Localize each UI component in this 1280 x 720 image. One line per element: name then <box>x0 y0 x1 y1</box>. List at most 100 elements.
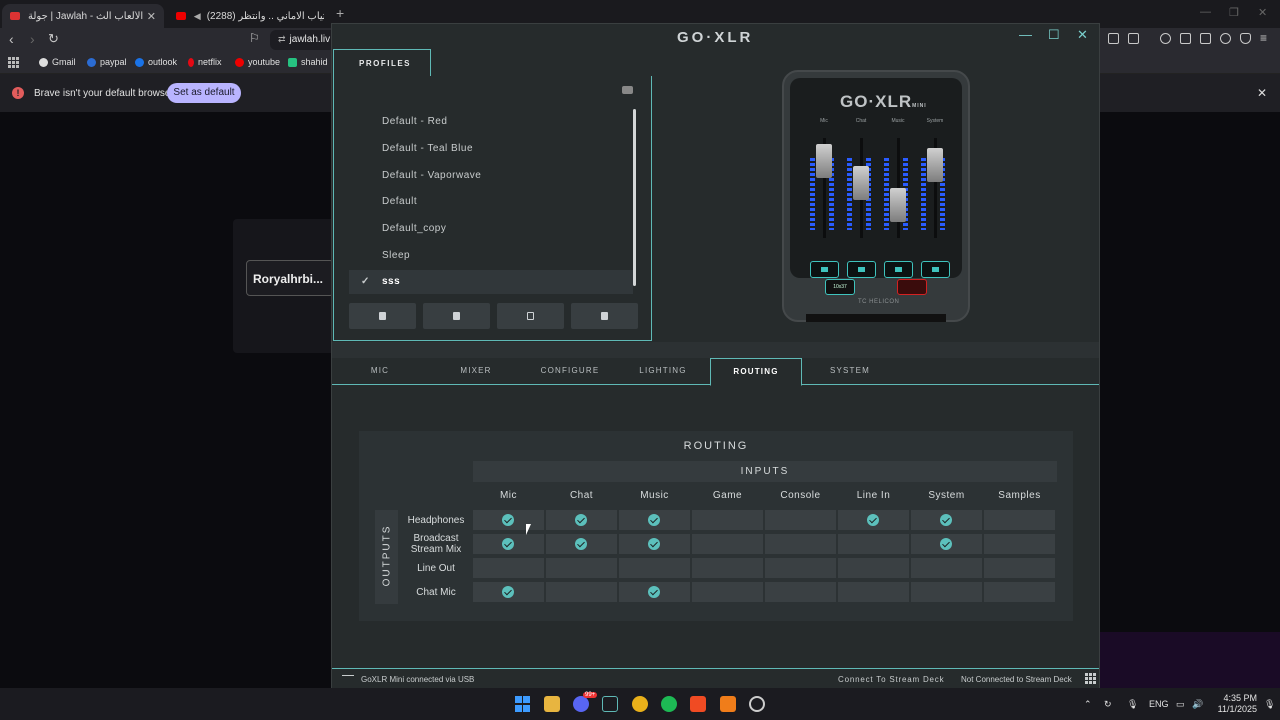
routing-cell[interactable] <box>692 510 763 530</box>
routing-cell[interactable] <box>984 558 1055 578</box>
bookmark-icon[interactable]: ⚐ <box>249 31 260 45</box>
profile-item-selected[interactable]: ✓ sss <box>349 270 633 294</box>
browser-tab-jawlah[interactable]: جولة | Jawlah - منصة الألعاب الث ✕ <box>2 4 164 28</box>
extensions-icon[interactable] <box>1108 33 1119 44</box>
routing-cell[interactable] <box>984 510 1055 530</box>
network-icon[interactable]: ▭ <box>1176 699 1185 710</box>
routing-cell[interactable] <box>619 558 690 578</box>
routing-cell[interactable] <box>838 582 909 602</box>
routing-cell[interactable] <box>619 582 690 602</box>
profile-item[interactable]: Default - Teal Blue <box>349 137 633 161</box>
apps-grid-icon[interactable] <box>8 57 19 68</box>
language-indicator[interactable]: ENG <box>1149 699 1169 709</box>
clock[interactable]: 4:35 PM 11/1/2025 <box>1209 693 1257 715</box>
routing-cell[interactable] <box>838 558 909 578</box>
routing-cell[interactable] <box>911 510 982 530</box>
routing-cell[interactable] <box>911 558 982 578</box>
maximize-icon[interactable]: ☐ <box>1048 27 1060 43</box>
music-fader-knob[interactable] <box>890 188 906 222</box>
system-fader-knob[interactable] <box>927 148 943 182</box>
forward-icon[interactable]: › <box>30 31 35 47</box>
tab-mixer[interactable]: MIXER <box>430 366 522 375</box>
folder-icon[interactable] <box>622 86 633 94</box>
profiles-scrollbar[interactable] <box>633 109 636 286</box>
bookmark-gmail[interactable]: Gmail <box>39 57 76 67</box>
set-as-default-button[interactable]: Set as default <box>167 83 241 103</box>
profile-item[interactable]: Sleep <box>349 244 633 268</box>
copy-profile-button[interactable] <box>497 303 564 329</box>
profile-item[interactable]: Default - Vaporwave <box>349 164 633 188</box>
new-tab-icon[interactable]: + <box>336 5 344 21</box>
routing-cell[interactable] <box>911 582 982 602</box>
routing-cell[interactable] <box>765 534 836 554</box>
spotify-icon[interactable] <box>661 696 677 712</box>
save-profile-button[interactable] <box>349 303 416 329</box>
bookmark-youtube[interactable]: youtube <box>235 57 280 67</box>
profile-item[interactable]: Default_copy <box>349 217 633 241</box>
routing-cell[interactable] <box>546 510 617 530</box>
close-tab-icon[interactable]: ✕ <box>147 10 156 23</box>
tab-system[interactable]: SYSTEM <box>804 366 896 375</box>
chrome-icon[interactable] <box>632 696 648 712</box>
file-explorer-icon[interactable] <box>544 696 560 712</box>
delete-profile-button[interactable] <box>571 303 638 329</box>
routing-cell[interactable] <box>546 582 617 602</box>
close-infobar-icon[interactable]: ✕ <box>1257 86 1267 100</box>
mute-button[interactable] <box>921 261 950 278</box>
routing-cell[interactable] <box>984 534 1055 554</box>
brave-icon[interactable] <box>690 696 706 712</box>
reload-icon[interactable]: ↻ <box>48 31 59 47</box>
minimize-icon[interactable]: — <box>1019 27 1032 42</box>
bookmark-outlook[interactable]: outlook <box>135 57 177 67</box>
tray-sync-icon[interactable]: ↻ <box>1104 699 1112 710</box>
sidebar-icon[interactable] <box>1180 33 1191 44</box>
username-card[interactable]: Roryalhrbi... <box>246 260 334 296</box>
minimize-icon[interactable]: — <box>1200 6 1211 18</box>
restore-icon[interactable]: ❐ <box>1229 6 1239 19</box>
menu-icon[interactable]: ≡ <box>1260 31 1267 45</box>
mute-icon[interactable]: ◀ <box>194 11 201 22</box>
new-profile-button[interactable] <box>423 303 490 329</box>
steam-icon[interactable] <box>749 696 765 712</box>
routing-cell[interactable] <box>838 510 909 530</box>
profiles-tab[interactable]: PROFILES <box>333 49 431 77</box>
discord-icon[interactable] <box>573 696 589 712</box>
media-icon[interactable] <box>1160 33 1171 44</box>
routing-cell[interactable] <box>473 558 544 578</box>
routing-cell[interactable] <box>765 510 836 530</box>
routing-cell[interactable] <box>984 582 1055 602</box>
chat-fader-knob[interactable] <box>853 166 869 200</box>
routing-cell[interactable] <box>619 534 690 554</box>
bookmark-netflix[interactable]: netflix <box>188 57 222 67</box>
profile-item[interactable]: Default <box>349 190 633 214</box>
mute-button[interactable] <box>810 261 839 278</box>
profile-item[interactable]: Default - Red <box>349 110 633 134</box>
reader-icon[interactable] <box>1128 33 1139 44</box>
cough-button[interactable] <box>897 279 927 295</box>
connect-stream-deck-button[interactable]: Connect To Stream Deck <box>838 675 944 684</box>
routing-cell[interactable] <box>546 558 617 578</box>
vpn-shield-icon[interactable] <box>1240 33 1251 44</box>
leo-ai-icon[interactable] <box>1220 33 1231 44</box>
routing-cell[interactable] <box>692 534 763 554</box>
routing-cell[interactable] <box>473 582 544 602</box>
site-settings-icon[interactable]: ⇄ <box>278 34 286 44</box>
browser-tab-youtube[interactable]: ◀ (2288) البس ثياب الاماني .. وانتظر <box>168 4 332 28</box>
routing-cell[interactable] <box>765 558 836 578</box>
tab-configure[interactable]: CONFIGURE <box>524 366 616 375</box>
volume-icon[interactable]: 🔊 <box>1192 699 1203 710</box>
app-icon[interactable] <box>720 696 736 712</box>
tab-routing[interactable]: ROUTING <box>710 358 802 386</box>
close-window-icon[interactable]: ✕ <box>1258 6 1267 19</box>
bookmark-shahid[interactable]: shahid <box>288 57 328 67</box>
routing-cell[interactable] <box>692 582 763 602</box>
address-bar[interactable]: ⇄ jawlah.liv <box>270 30 340 50</box>
tab-mic[interactable]: MIC <box>334 366 426 375</box>
wallet-icon[interactable] <box>1200 33 1211 44</box>
routing-cell[interactable] <box>473 534 544 554</box>
notification-icon[interactable]: 🎙 <box>1264 699 1275 710</box>
routing-cell[interactable] <box>911 534 982 554</box>
tray-chevron-icon[interactable]: ⌃ <box>1084 699 1092 710</box>
start-icon[interactable] <box>515 696 531 712</box>
microphone-icon[interactable]: 🎙 <box>1127 699 1138 710</box>
